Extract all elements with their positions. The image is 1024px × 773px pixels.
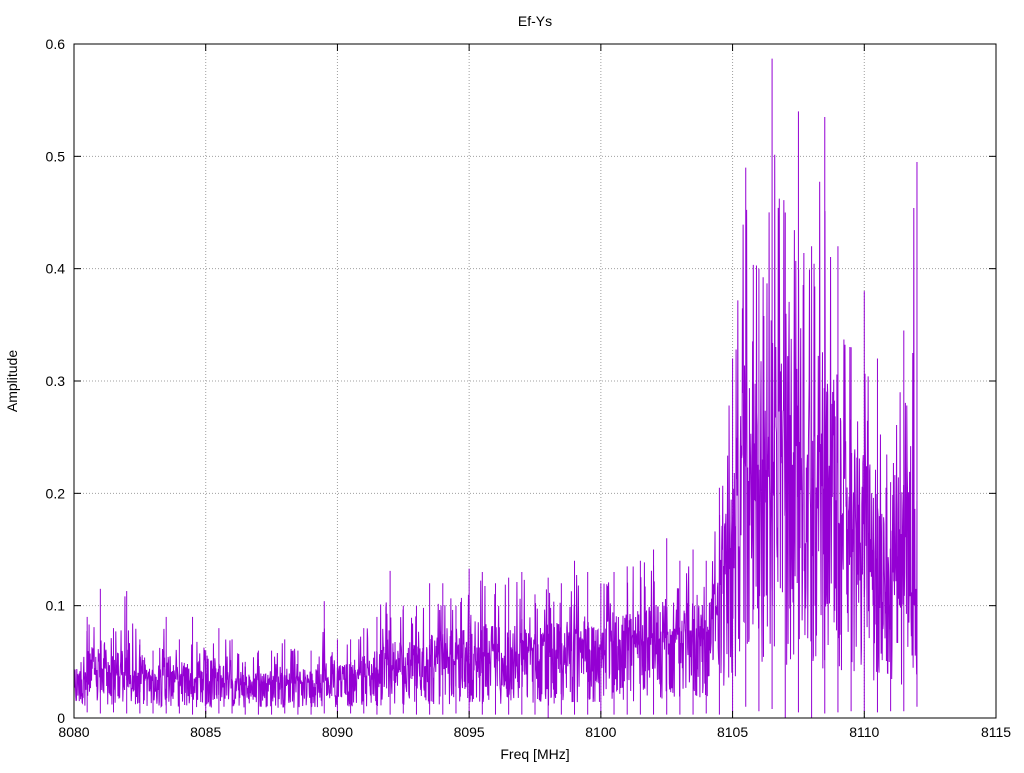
y-axis-label: Amplitude: [4, 350, 20, 412]
chart-title: Ef-Ys: [518, 13, 552, 29]
x-tick-label: 8095: [454, 724, 485, 740]
x-tick-label: 8100: [585, 724, 616, 740]
x-tick-label: 8085: [190, 724, 221, 740]
y-tick-label: 0.1: [46, 598, 66, 614]
x-tick-label: 8110: [849, 724, 879, 740]
y-tick-label: 0.2: [46, 485, 66, 501]
chart: 8080 8085 8090 8095 8100 8105 8110 8115 0 0.1 0.2 0…: [0, 0, 1024, 768]
y-tick-label: 0.5: [46, 148, 66, 164]
y-tick-label: 0.4: [46, 261, 66, 277]
x-tick-label: 8115: [981, 724, 1011, 740]
x-tick-label: 8105: [717, 724, 748, 740]
y-tick-label: 0.3: [46, 373, 66, 389]
x-axis-label: Freq [MHz]: [500, 746, 569, 762]
y-tick-label: 0.6: [46, 36, 66, 52]
x-tick-label: 8090: [322, 724, 353, 740]
x-tick-label: 8080: [58, 724, 89, 740]
chart-svg: 8080 8085 8090 8095 8100 8105 8110 8115 0 0.1 0.2 0…: [0, 0, 1024, 768]
y-tick-label: 0: [57, 710, 65, 726]
